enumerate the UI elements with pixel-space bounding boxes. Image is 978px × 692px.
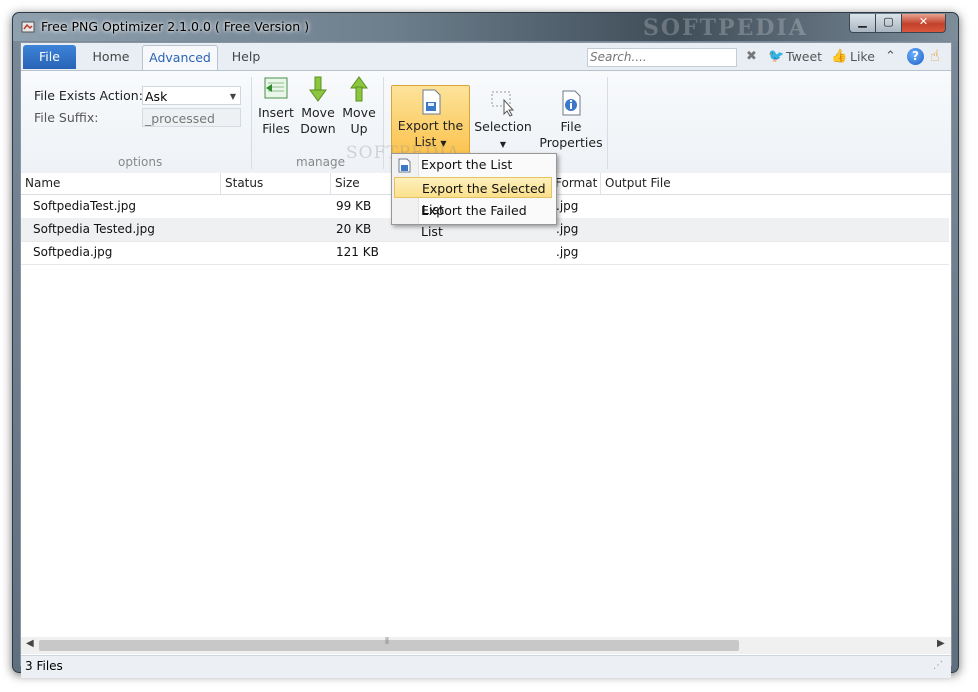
file-properties-button[interactable]: File Properties bbox=[539, 89, 603, 151]
minimize-button[interactable]: ▁ bbox=[849, 14, 876, 33]
twitter-bird-icon: 🐦 bbox=[768, 49, 785, 64]
table-row[interactable]: Softpedia.jpg 121 KB .jpg bbox=[21, 241, 949, 265]
arrow-up-icon bbox=[350, 76, 368, 102]
export-dropdown-menu: Export the List Export the Selected List… bbox=[391, 153, 557, 239]
file-count-text: 3 Files bbox=[25, 659, 63, 673]
title-bar[interactable]: Free PNG Optimizer 2.1.0.0 ( Free Versio… bbox=[13, 13, 958, 41]
row-format: .jpg bbox=[556, 222, 579, 236]
selection-button[interactable]: Selection ▼ bbox=[473, 89, 533, 153]
file-properties-icon bbox=[562, 90, 581, 116]
watermark-text: SOFTPEDIA bbox=[643, 15, 808, 41]
close-button[interactable]: ✕ bbox=[901, 14, 946, 33]
row-format: .jpg bbox=[556, 245, 579, 259]
menu-item-export-selected[interactable]: Export the Selected List bbox=[394, 177, 552, 217]
row-format: .jpg bbox=[556, 199, 579, 213]
column-divider[interactable] bbox=[220, 173, 221, 194]
row-size: 99 KB bbox=[336, 199, 372, 213]
group-separator bbox=[251, 77, 252, 169]
column-header-format[interactable]: Format bbox=[555, 176, 597, 190]
file-suffix-field[interactable]: _processed bbox=[142, 108, 241, 127]
close-icon: ✕ bbox=[918, 15, 929, 28]
file-exists-select[interactable]: Ask ▼ bbox=[142, 86, 241, 105]
file-properties-label-2: Properties bbox=[539, 135, 603, 150]
tweet-button[interactable]: Tweet bbox=[786, 49, 822, 64]
export-list-label-1: Export the bbox=[397, 118, 464, 133]
insert-files-label-2: Files bbox=[262, 121, 290, 136]
file-exists-value: Ask bbox=[145, 89, 168, 104]
insert-files-icon bbox=[264, 77, 288, 99]
row-size: 121 KB bbox=[336, 245, 379, 259]
file-suffix-label: File Suffix: bbox=[34, 110, 99, 125]
row-name: Softpedia Tested.jpg bbox=[33, 222, 155, 236]
like-button[interactable]: Like bbox=[850, 49, 875, 64]
row-size: 20 KB bbox=[336, 222, 372, 236]
ribbon-tabs: File Home Advanced Help ✖ 🐦 Tweet 👍 Like… bbox=[21, 43, 951, 71]
app-window: Free PNG Optimizer 2.1.0.0 ( Free Versio… bbox=[12, 12, 959, 678]
column-header-size[interactable]: Size bbox=[335, 176, 360, 190]
insert-files-button[interactable]: Insert Files bbox=[257, 75, 295, 137]
column-divider[interactable] bbox=[600, 173, 601, 194]
search-input[interactable] bbox=[587, 48, 737, 67]
tab-home[interactable]: Home bbox=[81, 45, 141, 69]
move-down-button[interactable]: Move Down bbox=[299, 75, 337, 137]
row-name: SoftpediaTest.jpg bbox=[33, 199, 136, 213]
maximize-button[interactable]: ▢ bbox=[875, 14, 902, 33]
tab-advanced[interactable]: Advanced bbox=[142, 45, 218, 71]
insert-files-label-1: Insert bbox=[258, 105, 294, 120]
move-up-label-1: Move bbox=[342, 105, 376, 120]
scroll-right-icon[interactable]: ▶ bbox=[937, 638, 945, 649]
minimize-icon: ▁ bbox=[858, 15, 867, 28]
column-header-name[interactable]: Name bbox=[25, 176, 60, 190]
menu-item-export-list[interactable]: Export the List bbox=[394, 154, 552, 175]
menu-item-export-failed[interactable]: Export the Failed List bbox=[394, 200, 552, 239]
column-header-output[interactable]: Output File bbox=[605, 176, 671, 190]
file-properties-label-1: File bbox=[560, 119, 582, 134]
column-divider[interactable] bbox=[330, 173, 331, 194]
window-title: Free PNG Optimizer 2.1.0.0 ( Free Versio… bbox=[41, 19, 310, 34]
grip-icon: ⦀ bbox=[385, 637, 389, 647]
clear-search-icon[interactable]: ✖ bbox=[746, 49, 757, 64]
tab-file[interactable]: File bbox=[23, 45, 76, 69]
arrow-down-icon bbox=[309, 76, 327, 102]
collapse-ribbon-icon[interactable]: ⌃ bbox=[885, 49, 896, 64]
chevron-down-icon: ▼ bbox=[499, 140, 507, 149]
options-group-label: options bbox=[118, 155, 163, 169]
thumbs-up-icon: 👍 bbox=[831, 49, 848, 64]
scroll-left-icon[interactable]: ◀ bbox=[26, 638, 34, 649]
row-name: Softpedia.jpg bbox=[33, 245, 113, 259]
tab-help[interactable]: Help bbox=[226, 45, 266, 69]
move-up-button[interactable]: Move Up bbox=[341, 75, 377, 137]
help-icon[interactable]: ? bbox=[907, 48, 924, 65]
selection-label: Selection bbox=[474, 119, 532, 134]
client-area: File Home Advanced Help ✖ 🐦 Tweet 👍 Like… bbox=[20, 42, 952, 678]
move-down-label-2: Down bbox=[300, 121, 336, 136]
selection-cursor-icon bbox=[491, 91, 515, 117]
move-down-label-1: Move bbox=[301, 105, 335, 120]
pointing-hand-icon[interactable]: ☝ bbox=[930, 46, 940, 65]
group-separator bbox=[607, 77, 608, 169]
file-exists-label: File Exists Action: bbox=[34, 88, 143, 103]
export-document-icon bbox=[422, 89, 440, 115]
move-up-label-2: Up bbox=[350, 121, 368, 136]
scrollbar-thumb[interactable]: ⦀ bbox=[39, 637, 739, 651]
chevron-down-icon: ▼ bbox=[229, 92, 236, 101]
manage-group-label: manage bbox=[296, 155, 346, 169]
column-header-status[interactable]: Status bbox=[225, 176, 263, 190]
resize-grip-icon[interactable]: ⋰ bbox=[933, 660, 943, 671]
app-icon bbox=[21, 21, 35, 33]
status-bar: 3 Files ⋰ bbox=[21, 655, 951, 678]
horizontal-scrollbar[interactable]: ◀ ⦀ ▶ bbox=[21, 637, 951, 654]
maximize-icon: ▢ bbox=[883, 15, 894, 28]
